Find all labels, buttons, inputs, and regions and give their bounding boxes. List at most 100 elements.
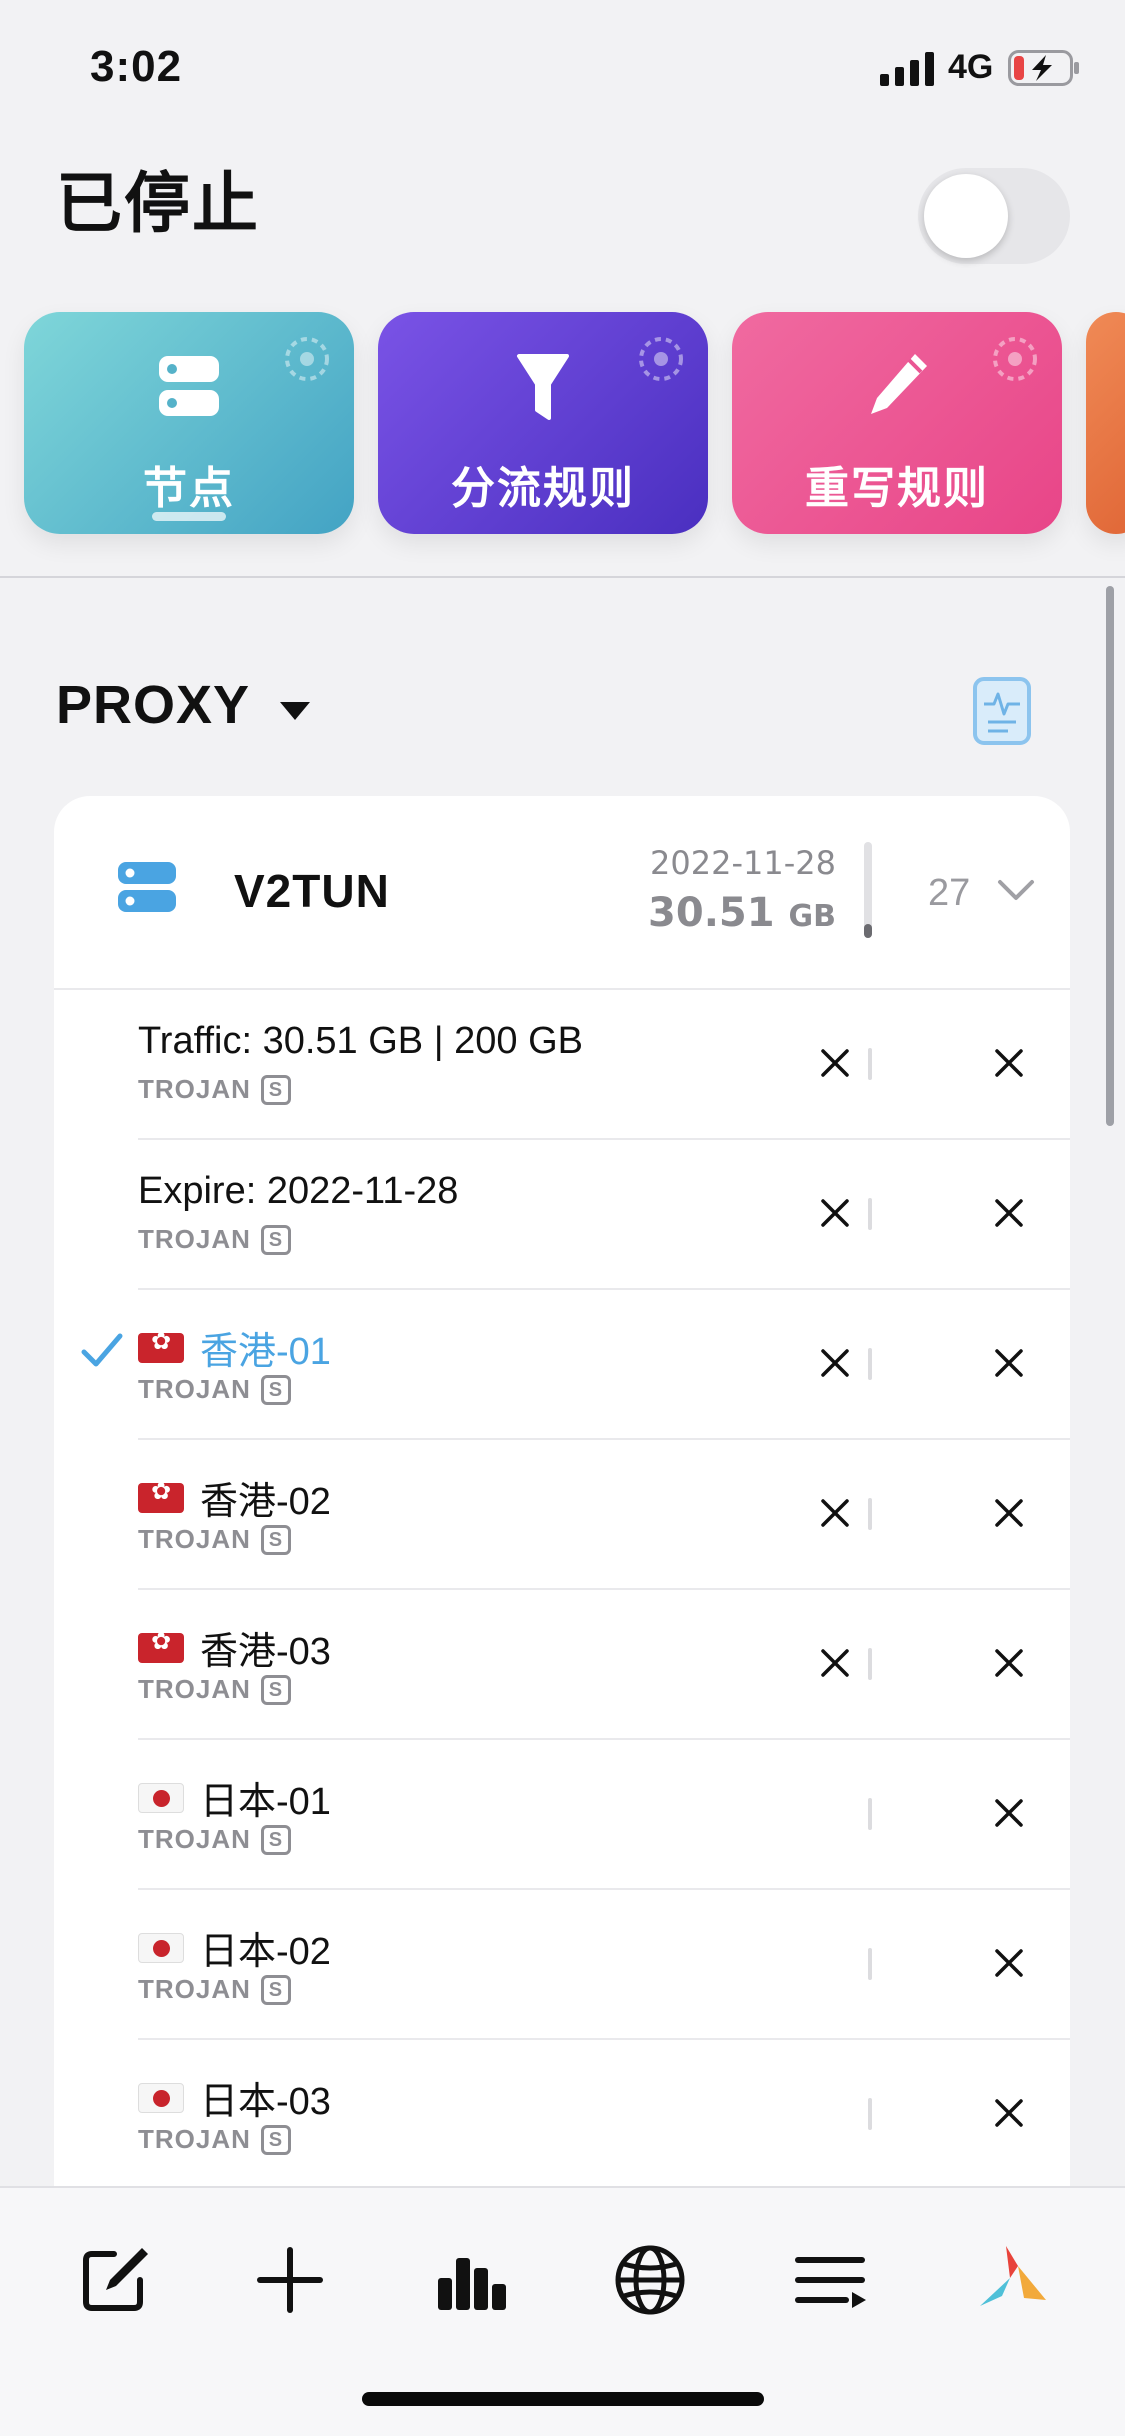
tls-badge: S: [260, 1374, 291, 1405]
latency-fail-icon: [821, 1049, 849, 1077]
usage-bar: [868, 1498, 872, 1530]
node-name: 香港-01: [138, 1320, 331, 1375]
protocol-label: TROJAN: [138, 1374, 251, 1404]
node-name-text: Traffic: 30.51 GB | 200 GB: [138, 1020, 583, 1062]
report-icon[interactable]: [972, 676, 1032, 746]
stats-icon[interactable]: [432, 2240, 512, 2320]
node-protocol: TROJAN S: [138, 1974, 291, 2005]
node-row[interactable]: 香港-01TROJAN S: [54, 1290, 1070, 1440]
close-icon[interactable]: [994, 1798, 1024, 1828]
close-icon[interactable]: [994, 2098, 1024, 2128]
protocol-label: TROJAN: [138, 1224, 251, 1254]
close-icon[interactable]: [994, 1048, 1024, 1078]
page-title: 已停止: [56, 166, 260, 240]
tile-label: 重写规则: [805, 464, 989, 513]
hong-kong-flag-icon: [138, 1477, 184, 1513]
protocol-label: TROJAN: [138, 2124, 251, 2154]
caret-down-icon[interactable]: [278, 700, 312, 722]
tls-badge: S: [260, 1224, 291, 1255]
node-name: 香港-03: [138, 1620, 331, 1675]
node-name-text: 香港-03: [200, 1631, 331, 1673]
protocol-label: TROJAN: [138, 1974, 251, 2004]
latency-fail-icon: [821, 1649, 849, 1677]
japan-flag-icon: [138, 2082, 184, 2113]
usage-bar: [868, 1198, 872, 1230]
battery-icon: [1008, 50, 1079, 86]
node-name-text: 日本-03: [200, 2081, 331, 2123]
tile-nodes[interactable]: 节点: [24, 312, 354, 534]
divider: [0, 576, 1125, 578]
usage-bar: [868, 1948, 872, 1980]
tls-badge: S: [260, 1824, 291, 1855]
tls-badge: S: [260, 1974, 291, 2005]
home-indicator: [362, 2392, 764, 2406]
close-icon[interactable]: [994, 1348, 1024, 1378]
node-protocol: TROJAN S: [138, 1224, 291, 1255]
checkmark-icon: [81, 1333, 123, 1367]
node-row[interactable]: 日本-02 TROJAN S: [54, 1890, 1070, 2040]
active-indicator: [152, 512, 226, 521]
node-row[interactable]: 香港-02TROJAN S: [54, 1440, 1070, 1590]
filter-icon: [517, 354, 569, 420]
usage-bar: [868, 1048, 872, 1080]
node-row[interactable]: 香港-03TROJAN S: [54, 1590, 1070, 1740]
node-row[interactable]: 日本-01 TROJAN S: [54, 1740, 1070, 1890]
japan-flag-icon: [138, 1932, 184, 1963]
usage-bar: [868, 1648, 872, 1680]
latency-fail-icon: [821, 1199, 849, 1227]
network-type: 4G: [948, 48, 994, 86]
tile-rules[interactable]: 分流规则: [378, 312, 708, 534]
chevron-down-icon[interactable]: [996, 878, 1036, 904]
node-name-text: 香港-02: [200, 1481, 331, 1523]
server-icon: [118, 862, 176, 912]
node-name: 日本-03: [138, 2070, 331, 2125]
traffic-value: 30.51: [648, 890, 775, 936]
traffic-usage-fill: [864, 924, 872, 938]
node-protocol: TROJAN S: [138, 1074, 291, 1105]
node-name: 香港-02: [138, 1470, 331, 1525]
close-icon[interactable]: [994, 1948, 1024, 1978]
latency-fail-icon: [821, 1499, 849, 1527]
status-bar: 3:02 4G: [0, 0, 1125, 140]
close-icon[interactable]: [994, 1498, 1024, 1528]
node-protocol: TROJAN S: [138, 1674, 291, 1705]
node-name-text: Expire: 2022-11-28: [138, 1170, 459, 1212]
tile-more[interactable]: [1086, 312, 1125, 534]
hong-kong-flag-icon: [138, 1327, 184, 1363]
protocol-label: TROJAN: [138, 1524, 251, 1554]
usage-bar: [868, 1348, 872, 1380]
node-protocol: TROJAN S: [138, 1524, 291, 1555]
node-name-text: 香港-01: [200, 1331, 331, 1373]
traffic-usage-bar: [864, 842, 872, 938]
latency-fail-icon: [821, 1349, 849, 1377]
scrollbar[interactable]: [1106, 586, 1114, 1126]
close-icon[interactable]: [994, 1648, 1024, 1678]
edit-icon[interactable]: [74, 2240, 154, 2320]
protocol-label: TROJAN: [138, 1074, 251, 1104]
provider-name: V2TUN: [234, 865, 390, 917]
spinner-icon: [993, 337, 1037, 381]
tls-badge: S: [260, 1524, 291, 1555]
provider-traffic: 30.51 GB: [648, 890, 836, 936]
vpn-toggle[interactable]: [918, 168, 1070, 264]
plus-icon[interactable]: [250, 2240, 330, 2320]
provider-expire-date: 2022-11-28: [650, 844, 836, 882]
protocol-label: TROJAN: [138, 1674, 251, 1704]
node-name: Traffic: 30.51 GB | 200 GB: [138, 1020, 583, 1063]
node-row[interactable]: Expire: 2022-11-28 TROJAN S: [54, 1140, 1070, 1290]
japan-flag-icon: [138, 1782, 184, 1813]
policy-group-name[interactable]: PROXY: [56, 674, 250, 736]
node-row[interactable]: 日本-03 TROJAN S: [54, 2040, 1070, 2190]
close-icon[interactable]: [994, 1198, 1024, 1228]
signal-icon: [880, 52, 934, 86]
app-logo-icon[interactable]: [972, 2240, 1052, 2320]
protocol-label: TROJAN: [138, 1824, 251, 1854]
feature-tiles: 节点 分流规则 重写规则: [0, 312, 1125, 534]
server-icon: [159, 356, 219, 416]
tile-rewrite[interactable]: 重写规则: [732, 312, 1062, 534]
globe-icon[interactable]: [610, 2240, 690, 2320]
usage-bar: [868, 2098, 872, 2130]
node-count: 27: [928, 872, 971, 914]
list-icon[interactable]: [790, 2240, 870, 2320]
node-row[interactable]: Traffic: 30.51 GB | 200 GB TROJAN S: [54, 990, 1070, 1140]
